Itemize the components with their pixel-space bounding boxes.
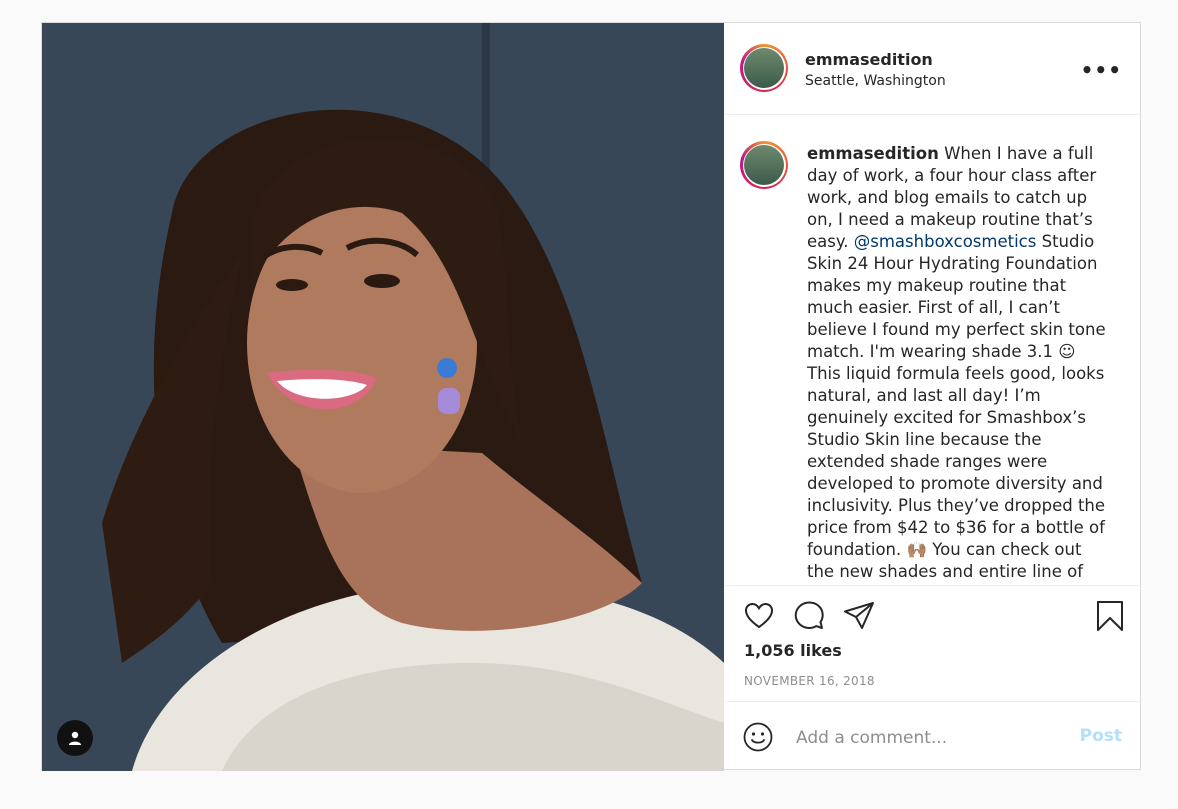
like-button[interactable]	[743, 600, 775, 632]
caption-body-2: Studio Skin 24 Hour Hydrating Foundation…	[807, 232, 1106, 585]
caption-avatar[interactable]	[740, 141, 788, 189]
caption-mention[interactable]: @smashboxcosmetics	[854, 232, 1037, 251]
user-tag-button[interactable]	[57, 720, 93, 756]
portrait-illustration	[42, 23, 724, 771]
comment-icon	[794, 601, 824, 629]
emoji-icon	[743, 722, 773, 752]
heart-icon	[744, 602, 774, 629]
share-button[interactable]	[843, 600, 875, 632]
caption-avatar-image	[744, 145, 784, 185]
share-icon	[844, 602, 874, 629]
avatar[interactable]	[740, 44, 788, 92]
post-date[interactable]: NOVEMBER 16, 2018	[744, 674, 875, 688]
avatar-image	[744, 48, 784, 88]
likes-count[interactable]: 1,056 likes	[744, 641, 842, 660]
post-card: emmasedition Seattle, Washington ••• emm…	[41, 22, 1142, 771]
caption-text: emmasedition When I have a full day of w…	[807, 143, 1107, 585]
post-photo[interactable]	[42, 23, 724, 771]
comment-button[interactable]	[793, 600, 825, 632]
caption-section: emmasedition When I have a full day of w…	[724, 115, 1142, 585]
post-comment-button[interactable]: Post	[1080, 726, 1122, 746]
comment-bar: Post	[724, 701, 1142, 772]
more-options-button[interactable]: •••	[1081, 58, 1122, 82]
caption-username[interactable]: emmasedition	[807, 144, 939, 163]
user-tag-icon	[69, 731, 81, 745]
header-username[interactable]: emmasedition	[805, 50, 933, 69]
post-sidebar: emmasedition Seattle, Washington ••• emm…	[724, 23, 1142, 771]
comment-input[interactable]	[794, 720, 1068, 756]
header-location[interactable]: Seattle, Washington	[805, 73, 946, 89]
action-bar: 1,056 likes NOVEMBER 16, 2018	[724, 585, 1142, 702]
save-button[interactable]	[1094, 600, 1126, 632]
bookmark-icon	[1097, 601, 1123, 631]
emoji-button[interactable]	[743, 722, 773, 756]
post-header: emmasedition Seattle, Washington •••	[724, 23, 1142, 115]
